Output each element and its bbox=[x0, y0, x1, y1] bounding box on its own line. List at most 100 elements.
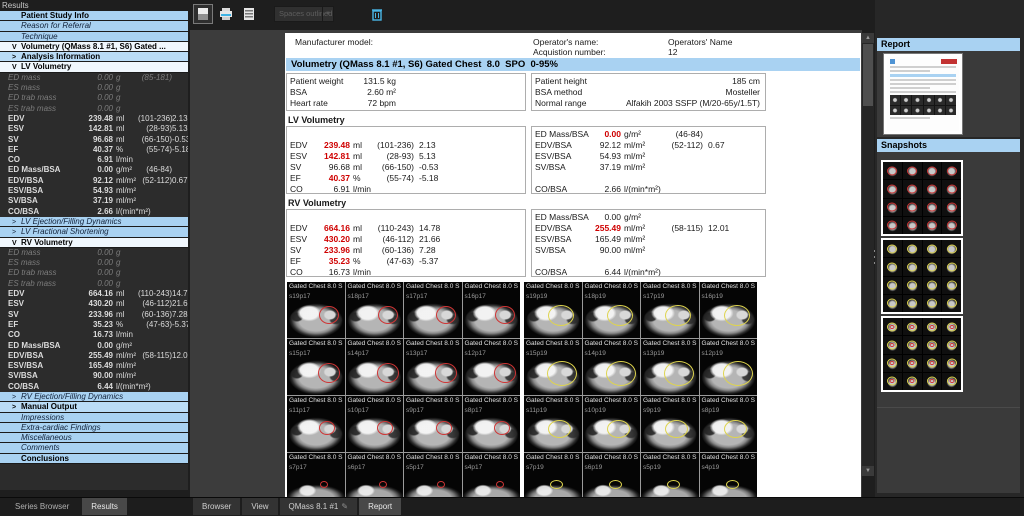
metric-label: ESV bbox=[8, 124, 68, 134]
slice-phase-label: s6p17 bbox=[348, 464, 366, 471]
sidebar-metric-ed-mass-bsa: ED Mass/BSA0.00g/m²(46-84) bbox=[0, 165, 188, 175]
expand-icon[interactable]: > bbox=[12, 53, 21, 62]
expand-icon[interactable]: > bbox=[12, 393, 21, 402]
collapse-icon[interactable]: V bbox=[12, 239, 21, 248]
image-series-label: Gated Chest 8.0 S bbox=[463, 339, 521, 349]
mini-rv-contour bbox=[907, 281, 917, 290]
sidebar-item-volumetry-qmass-8-1-1-s6-gated[interactable]: VVolumetry (QMass 8.1 #1, S6) Gated ... bbox=[0, 42, 188, 52]
page-preview-icon[interactable] bbox=[193, 4, 213, 24]
sidebar-item-analysis-information[interactable]: >Analysis Information bbox=[0, 52, 188, 62]
sidebar-item-lv-fractional-shortening[interactable]: >LV Fractional Shortening bbox=[0, 227, 188, 237]
sidebar-item-extra-cardiac-findings[interactable]: Extra-cardiac Findings bbox=[0, 423, 188, 433]
cardiac-mr-image: s11p19 bbox=[524, 406, 582, 452]
rv-contour-image-grid: Gated Chest 8.0 S s19p19 Gated Chest 8.0 S… bbox=[524, 282, 757, 497]
metric-range bbox=[657, 151, 703, 162]
chevron-down-icon: ▼ bbox=[322, 7, 333, 21]
scrollbar-thumb[interactable] bbox=[863, 44, 873, 106]
mini-rv-contour bbox=[947, 299, 957, 308]
slice-phase-label: s15p19 bbox=[526, 350, 547, 357]
slice-phase-label: s5p17 bbox=[406, 464, 424, 471]
metric-value: 430.20 bbox=[318, 234, 350, 245]
metric-label: SV/BSA bbox=[535, 162, 589, 173]
sidebar-item-comments[interactable]: Comments bbox=[0, 443, 188, 453]
metric-zscore bbox=[703, 129, 762, 140]
tab-qmass-8-1-1[interactable]: QMass 8.1 #1✎ bbox=[280, 498, 358, 515]
spaces-outlined-dropdown[interactable]: Spaces outlined ▼ bbox=[274, 6, 334, 22]
sidebar-item-conclusions[interactable]: Conclusions bbox=[0, 454, 188, 464]
sidebar-metric-ed-mass: ED mass0.00g bbox=[0, 248, 188, 258]
sidebar-metric-esv-bsa: ESV/BSA165.49ml/m² bbox=[0, 361, 188, 371]
metric-unit: ml bbox=[113, 310, 138, 320]
sidebar-item-impressions[interactable]: Impressions bbox=[0, 413, 188, 423]
metric-row-ed-mass-bsa: ED Mass/BSA0.00g/m²(46-84) bbox=[532, 129, 765, 140]
report-thumbnail[interactable] bbox=[884, 54, 962, 134]
sidebar-item-label: RV Volumetry bbox=[21, 238, 73, 247]
expand-icon[interactable]: > bbox=[12, 218, 21, 227]
snapshot-mini-image bbox=[923, 180, 942, 197]
report-list-icon[interactable] bbox=[239, 4, 259, 24]
slice-phase-label: s19p19 bbox=[526, 293, 547, 300]
thumbnail-image-dot bbox=[946, 106, 956, 116]
page-preview-icon bbox=[196, 7, 210, 21]
cardiac-mr-image: s14p17 bbox=[346, 349, 404, 395]
mini-rv-contour bbox=[927, 299, 937, 308]
sidebar-item-rv-ejection-filling-dynamics[interactable]: >RV Ejection/Filling Dynamics bbox=[0, 392, 188, 402]
image-series-label: Gated Chest 8.0 S bbox=[287, 453, 345, 463]
snapshot-mini-image bbox=[923, 373, 942, 390]
metric-zscore: 21.66 bbox=[414, 234, 522, 245]
slice-phase-label: s15p17 bbox=[289, 350, 310, 357]
snapshot-thumbnail-3[interactable] bbox=[881, 316, 963, 392]
info-label: Normal range bbox=[535, 98, 595, 109]
lv-contour bbox=[320, 481, 328, 488]
metric-range bbox=[138, 196, 172, 206]
metric-range bbox=[138, 207, 172, 217]
delete-icon[interactable] bbox=[367, 4, 387, 24]
image-series-label: Gated Chest 8.0 S bbox=[524, 339, 582, 349]
cardiac-mr-image: s9p17 bbox=[404, 406, 462, 452]
sidebar-item-lv-volumetry[interactable]: VLV Volumetry bbox=[0, 62, 188, 72]
report-image-cell: Gated Chest 8.0 Ss17p17 bbox=[404, 282, 462, 338]
tab-browser[interactable]: Browser bbox=[193, 498, 240, 515]
scroll-down-icon[interactable]: ▼ bbox=[862, 466, 874, 476]
tab-results[interactable]: Results bbox=[82, 498, 127, 515]
tab-view[interactable]: View bbox=[242, 498, 277, 515]
report-image-cell: Gated Chest 8.0 Ss11p19 bbox=[524, 396, 582, 452]
sidebar-item-rv-volumetry[interactable]: VRV Volumetry bbox=[0, 238, 188, 248]
metric-z: -5.18 bbox=[172, 145, 188, 155]
report-scrollbar[interactable]: ▲ ▼ bbox=[862, 33, 874, 476]
scroll-up-icon[interactable]: ▲ bbox=[862, 33, 874, 43]
tab-report[interactable]: Report bbox=[359, 498, 401, 515]
report-image-cell: Gated Chest 8.0 Ss18p19 bbox=[583, 282, 641, 338]
print-icon[interactable] bbox=[216, 4, 236, 24]
sidebar-item-manual-output[interactable]: >Manual Output bbox=[0, 402, 188, 412]
slice-phase-label: s16p17 bbox=[465, 293, 486, 300]
snapshot-thumbnail-1[interactable] bbox=[881, 160, 963, 236]
snapshot-mini-image bbox=[903, 295, 922, 312]
sidebar-item-reason-for-referral[interactable]: Reason for Referral bbox=[0, 21, 188, 31]
metric-value: 90.00 bbox=[589, 245, 621, 256]
expand-icon[interactable]: > bbox=[12, 403, 21, 412]
results-panel-title: Results bbox=[2, 1, 29, 10]
mini-lv-contour bbox=[947, 184, 957, 193]
metric-unit: ml bbox=[113, 114, 138, 124]
image-series-label: Gated Chest 8.0 S bbox=[641, 339, 699, 349]
collapse-icon[interactable]: V bbox=[12, 43, 21, 52]
snapshot-thumbnail-2[interactable] bbox=[881, 238, 963, 314]
sidebar-item-lv-ejection-filling-dynamics[interactable]: >LV Ejection/Filling Dynamics bbox=[0, 217, 188, 227]
snapshot-mini-image bbox=[883, 240, 902, 257]
rv-contour bbox=[724, 305, 750, 326]
rv-contour bbox=[723, 361, 753, 386]
cardiac-mr-image: s5p17 bbox=[404, 463, 462, 497]
sidebar-item-miscellaneous[interactable]: Miscellaneous bbox=[0, 433, 188, 443]
sidebar-item-technique[interactable]: Technique bbox=[0, 32, 188, 42]
sidebar-item-patient-study-info[interactable]: Patient Study Info bbox=[0, 11, 188, 21]
collapse-icon[interactable]: V bbox=[12, 63, 21, 72]
info-label: Patient height bbox=[535, 76, 595, 87]
sidebar-metric-esv: ESV430.20ml(46-112)21.66 bbox=[0, 299, 188, 309]
metric-zscore: -5.18 bbox=[414, 173, 522, 184]
metric-row-sv-bsa: SV/BSA90.00ml/m² bbox=[532, 245, 765, 256]
tab-series-browser[interactable]: Series Browser bbox=[6, 498, 78, 515]
metric-label: ED Mass/BSA bbox=[535, 212, 589, 223]
metric-unit: ml bbox=[350, 162, 374, 173]
expand-icon[interactable]: > bbox=[12, 228, 21, 237]
